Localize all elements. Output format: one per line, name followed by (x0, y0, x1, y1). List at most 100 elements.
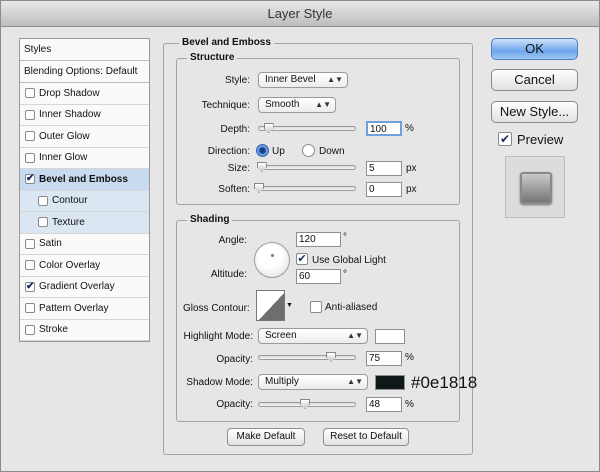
style-item-checkbox[interactable] (25, 238, 35, 249)
style-item-label: Color Overlay (39, 259, 101, 271)
style-item-drop-shadow[interactable]: Drop Shadow (20, 83, 149, 105)
direction-down-label: Down (319, 146, 345, 157)
direction-up-radio[interactable] (256, 144, 269, 157)
style-item-inner-shadow[interactable]: Inner Shadow (20, 105, 149, 126)
highlight-mode-select[interactable]: Screen ▲▼ (258, 328, 368, 344)
highlight-opacity-input[interactable]: 75 (366, 351, 402, 366)
highlight-opacity-unit: % (405, 352, 414, 363)
style-item-label: Pattern Overlay (39, 302, 109, 314)
style-item-checkbox[interactable] (25, 152, 35, 163)
soften-label: Soften: (218, 184, 250, 195)
style-item-label: Outer Glow (39, 130, 90, 142)
highlight-color-swatch[interactable] (375, 329, 405, 344)
size-slider[interactable] (256, 162, 356, 172)
angle-unit: ° (343, 232, 347, 243)
preview-label: Preview (517, 132, 564, 147)
gloss-contour-dropdown-icon[interactable]: ▼ (286, 302, 293, 310)
bevel-emboss-title: Bevel and Emboss (179, 37, 274, 48)
style-item-label: Bevel and Emboss (39, 173, 128, 185)
style-item-checkbox[interactable] (25, 324, 35, 335)
style-item-color-overlay[interactable]: Color Overlay (20, 255, 149, 277)
technique-select-value: Smooth (265, 99, 300, 110)
shadow-opacity-slider[interactable] (258, 399, 356, 409)
soften-unit: px (406, 184, 417, 195)
updown-arrows-icon: ▲▼ (315, 100, 331, 109)
shading-legend: Shading (187, 214, 233, 225)
altitude-input[interactable]: 60 (296, 269, 341, 284)
technique-select[interactable]: Smooth ▲▼ (258, 97, 336, 113)
angle-input[interactable]: 120 (296, 232, 341, 247)
style-item-label: Texture (52, 216, 85, 228)
direction-up-label: Up (272, 146, 285, 157)
gloss-contour-label: Gloss Contour: (183, 303, 250, 314)
structure-legend: Structure (187, 52, 238, 63)
reset-to-default-button[interactable]: Reset to Default (323, 428, 409, 446)
styles-list: Styles Blending Options: Default Drop Sh… (19, 38, 150, 342)
shadow-opacity-label: Opacity: (216, 399, 253, 410)
style-item-checkbox[interactable] (25, 281, 35, 292)
ok-button[interactable]: OK (491, 38, 578, 60)
style-item-checkbox[interactable] (25, 131, 35, 142)
cancel-button[interactable]: Cancel (491, 69, 578, 91)
highlight-opacity-label: Opacity: (216, 354, 253, 365)
soften-input[interactable]: 0 (366, 182, 402, 197)
style-preview-thumbnail (505, 156, 565, 218)
size-input[interactable]: 5 (366, 161, 402, 176)
highlight-opacity-slider[interactable] (258, 352, 356, 362)
shadow-mode-select[interactable]: Multiply ▲▼ (258, 374, 368, 390)
size-unit: px (406, 163, 417, 174)
blending-options-item[interactable]: Blending Options: Default (20, 61, 149, 83)
angle-dial-marker (271, 254, 274, 257)
shadow-color-annotation: #0e1818 (411, 373, 478, 392)
linear-contour-icon (257, 291, 284, 320)
style-item-texture[interactable]: Texture (20, 212, 149, 234)
anti-aliased-checkbox[interactable] (310, 301, 322, 313)
shadow-opacity-unit: % (405, 399, 414, 410)
preview-checkbox[interactable]: ✔ (498, 132, 512, 146)
updown-arrows-icon: ▲▼ (347, 331, 363, 340)
angle-label: Angle: (218, 235, 247, 246)
style-item-label: Inner Glow (39, 152, 88, 164)
shadow-mode-value: Multiply (265, 376, 299, 387)
style-item-inner-glow[interactable]: Inner Glow (20, 148, 149, 169)
preview-swatch-square (520, 172, 552, 204)
style-item-checkbox[interactable] (25, 109, 35, 120)
angle-dial[interactable] (254, 242, 290, 278)
style-item-checkbox[interactable] (38, 217, 48, 228)
make-default-button[interactable]: Make Default (227, 428, 305, 446)
anti-aliased-label: Anti-aliased (325, 302, 378, 313)
style-select[interactable]: Inner Bevel ▲▼ (258, 72, 348, 88)
new-style-button[interactable]: New Style... (491, 101, 578, 123)
shadow-opacity-input[interactable]: 48 (366, 397, 402, 412)
styles-header[interactable]: Styles (20, 39, 149, 61)
soften-slider[interactable] (254, 183, 356, 193)
depth-slider[interactable] (258, 123, 356, 133)
depth-input[interactable]: 100 (366, 121, 402, 136)
style-item-checkbox[interactable] (25, 260, 35, 271)
use-global-light-label: Use Global Light (312, 255, 386, 266)
style-item-satin[interactable]: Satin (20, 234, 149, 255)
style-item-checkbox[interactable] (25, 88, 35, 99)
direction-down-radio[interactable] (302, 144, 315, 157)
use-global-light-checkbox[interactable]: ✔ (296, 253, 308, 265)
style-item-bevel-and-emboss[interactable]: Bevel and Emboss (20, 169, 149, 191)
altitude-unit: ° (343, 269, 347, 280)
style-item-label: Drop Shadow (39, 87, 100, 99)
style-item-stroke[interactable]: Stroke (20, 320, 149, 341)
style-item-pattern-overlay[interactable]: Pattern Overlay (20, 298, 149, 320)
style-item-checkbox[interactable] (25, 303, 35, 314)
depth-label: Depth: (220, 124, 250, 135)
gloss-contour-picker[interactable] (256, 290, 285, 321)
updown-arrows-icon: ▲▼ (347, 377, 363, 386)
style-item-contour[interactable]: Contour (20, 190, 149, 212)
depth-unit: % (405, 123, 414, 134)
size-label: Size: (227, 163, 250, 174)
shadow-color-swatch[interactable] (375, 375, 405, 390)
style-item-checkbox[interactable] (25, 174, 35, 185)
altitude-label: Altitude: (210, 269, 247, 280)
style-item-gradient-overlay[interactable]: Gradient Overlay (20, 277, 149, 298)
updown-arrows-icon: ▲▼ (327, 75, 343, 84)
style-select-value: Inner Bevel (265, 74, 316, 85)
style-item-outer-glow[interactable]: Outer Glow (20, 126, 149, 148)
style-item-checkbox[interactable] (38, 195, 48, 206)
